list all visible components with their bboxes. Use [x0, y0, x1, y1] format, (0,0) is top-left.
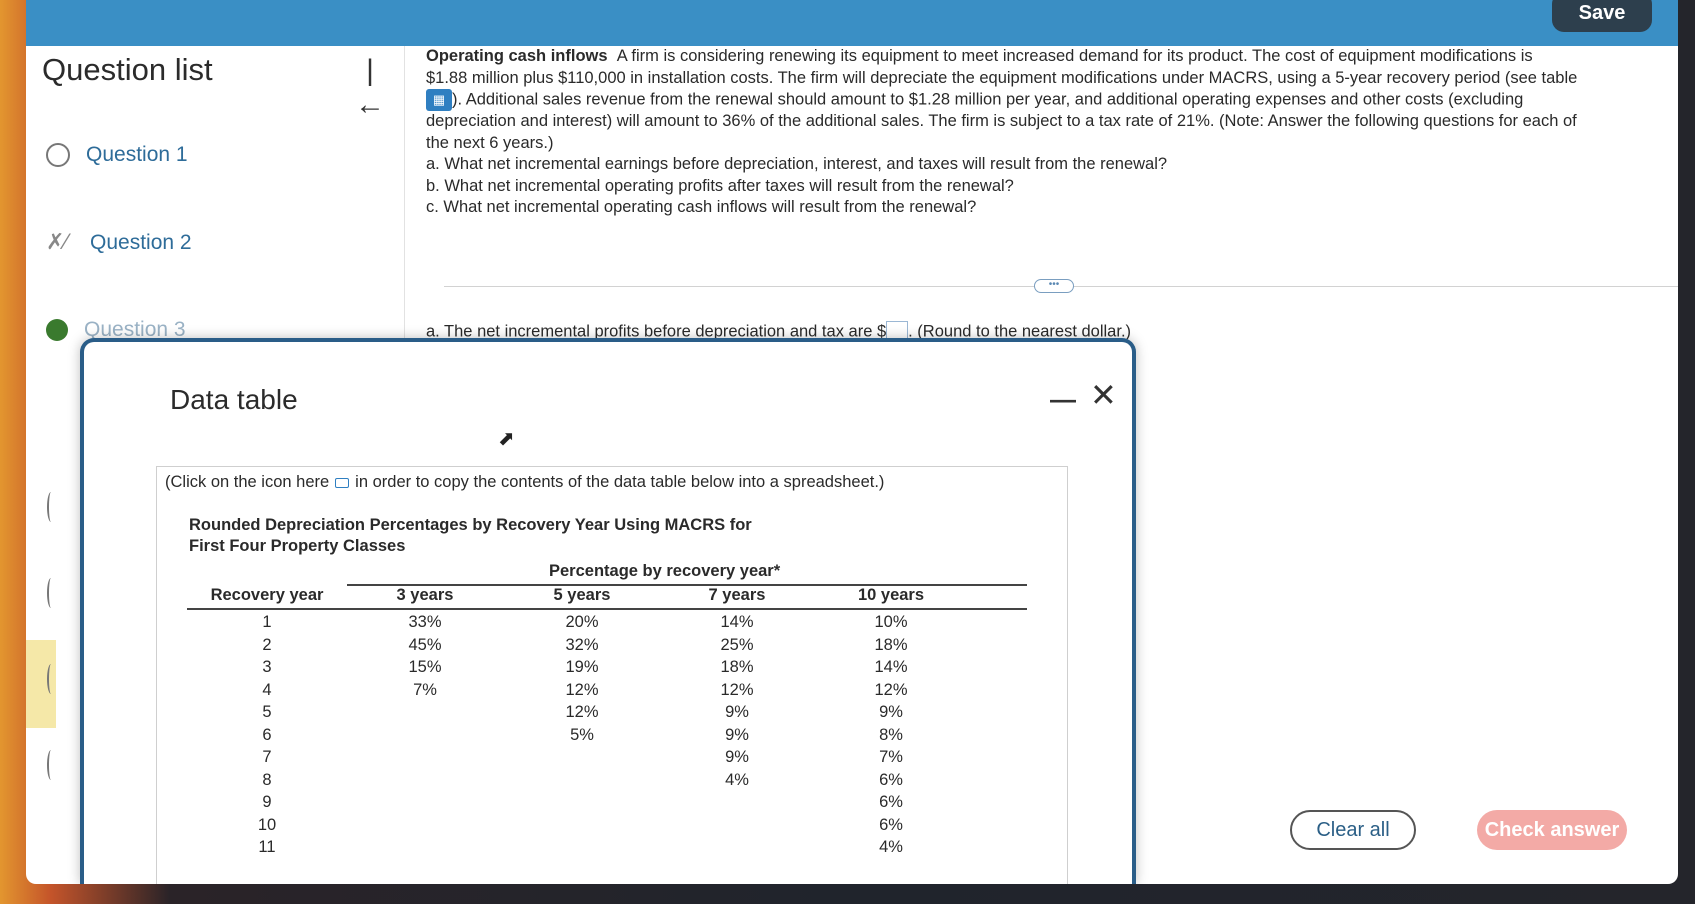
- table-cell: 14%: [720, 613, 754, 631]
- table-cell: 2: [262, 635, 272, 654]
- table-cell: 25%: [720, 635, 754, 654]
- table-cell: 6%: [879, 793, 903, 811]
- close-icon[interactable]: ✕: [1090, 376, 1117, 414]
- table-cell: 8: [262, 770, 272, 789]
- collapse-sidebar-icon[interactable]: |←: [352, 54, 388, 121]
- question-line: ). Additional sales revenue from the ren…: [452, 90, 1524, 109]
- table-cell: 9: [262, 793, 272, 811]
- question-status-icon: [47, 750, 55, 780]
- data-table-dialog: Data table — ✕ ⬈ (Click on the icon here…: [80, 338, 1136, 884]
- sidebar-item-label: Question 2: [90, 231, 192, 254]
- table-cell: 4%: [879, 838, 903, 856]
- data-table-frame: (Click on the icon here in order to copy …: [156, 466, 1068, 884]
- table-cell: 7: [262, 748, 272, 766]
- sidebar-item-question-2[interactable]: ✗⁄ Question 2: [46, 230, 192, 256]
- caption-line: First Four Property Classes: [189, 537, 406, 555]
- table-cell: 33%: [408, 613, 442, 631]
- question-part-c: c. What net incremental operating cash i…: [426, 198, 977, 216]
- group-header: Percentage by recovery year*: [549, 562, 781, 580]
- column-header-rule: [187, 608, 1027, 610]
- table-cell: 9%: [725, 748, 749, 766]
- expand-handle-icon[interactable]: •••: [1034, 279, 1074, 293]
- copy-note-text: in order to copy the contents of the dat…: [355, 473, 885, 491]
- column-header: 5 years: [553, 586, 611, 604]
- table-cell: 1: [262, 613, 272, 631]
- table-cell: 12%: [565, 703, 599, 721]
- copy-note-text: (Click on the icon here: [165, 473, 330, 491]
- table-cell: 4: [262, 680, 272, 699]
- table-cell: 11: [258, 838, 276, 856]
- check-answer-button[interactable]: Check answer: [1477, 810, 1627, 850]
- clear-all-button[interactable]: Clear all: [1290, 810, 1416, 850]
- table-cell: 15%: [408, 658, 442, 676]
- dialog-title: Data table: [170, 384, 298, 415]
- question-title: Operating cash inflows: [426, 47, 608, 65]
- copy-to-spreadsheet-icon[interactable]: [335, 477, 350, 488]
- copy-note: (Click on the icon here in order to copy …: [165, 473, 884, 492]
- table-cell: 4%: [725, 770, 749, 789]
- table-cell: 9%: [879, 703, 903, 721]
- table-cell: 7%: [879, 748, 903, 766]
- question-line: depreciation and interest) will amount t…: [426, 112, 1577, 130]
- question-part-b: b. What net incremental operating profit…: [426, 176, 1014, 195]
- question-status-icon: [47, 492, 55, 522]
- table-cell: 6%: [879, 770, 903, 789]
- table-cell: 19%: [565, 658, 599, 676]
- table-cell: 9%: [725, 725, 749, 744]
- table-cell: 7%: [413, 680, 437, 699]
- table-cell: 6%: [879, 815, 903, 834]
- table-cell: 12%: [874, 680, 908, 699]
- question-status-icon: [47, 578, 55, 608]
- data-table-icon[interactable]: ▦: [426, 89, 452, 111]
- table-cell: 5: [262, 703, 272, 721]
- table-caption: Rounded Depreciation Percentages by Reco…: [189, 515, 752, 557]
- question-text: Operating cash inflows A firm is conside…: [426, 46, 1676, 219]
- question-status-icon: [47, 664, 55, 694]
- table-cell: 6: [262, 725, 272, 744]
- app-window: Save Question list |← Question 1 ✗⁄ Ques…: [26, 0, 1678, 884]
- column-header: 7 years: [708, 586, 766, 604]
- column-header: 10 years: [857, 586, 925, 604]
- sidebar-item-question-1[interactable]: Question 1: [46, 143, 188, 167]
- correct-check-icon: [46, 319, 68, 341]
- question-line: $1.88 million plus $110,000 in installat…: [426, 68, 1578, 87]
- unanswered-circle-icon: [46, 143, 70, 167]
- table-cell: 9%: [725, 703, 749, 721]
- caption-line: Rounded Depreciation Percentages by Reco…: [189, 516, 752, 534]
- top-bar: Save: [26, 0, 1678, 46]
- table-cell: 8%: [879, 725, 903, 744]
- table-cell: 18%: [874, 635, 908, 654]
- question-line: A firm is considering renewing its equip…: [616, 47, 1533, 65]
- save-button[interactable]: Save: [1552, 0, 1652, 32]
- mouse-cursor-icon: ⬈: [498, 428, 515, 450]
- column-header: Recovery year: [210, 586, 324, 604]
- table-cell: 14%: [874, 658, 908, 676]
- table-cell: 18%: [720, 658, 754, 676]
- table-cell: 45%: [408, 635, 442, 654]
- sidebar-item-label: Question 1: [86, 143, 188, 166]
- column-header: 3 years: [396, 586, 454, 604]
- partial-credit-icon: ✗⁄: [46, 229, 69, 254]
- table-cell: 10%: [874, 613, 908, 631]
- table-cell: 20%: [565, 613, 599, 631]
- table-cell: 32%: [565, 635, 599, 654]
- question-line: the next 6 years.): [426, 133, 554, 152]
- table-cell: 3: [262, 658, 272, 676]
- table-cell: 12%: [720, 680, 754, 699]
- minimize-icon[interactable]: —: [1050, 384, 1076, 415]
- table-cell: 10: [257, 815, 277, 834]
- table-cell: 12%: [565, 680, 599, 699]
- question-part-a: a. What net incremental earnings before …: [426, 155, 1168, 173]
- table-cell: 5%: [570, 725, 594, 744]
- question-list-title: Question list: [42, 52, 213, 87]
